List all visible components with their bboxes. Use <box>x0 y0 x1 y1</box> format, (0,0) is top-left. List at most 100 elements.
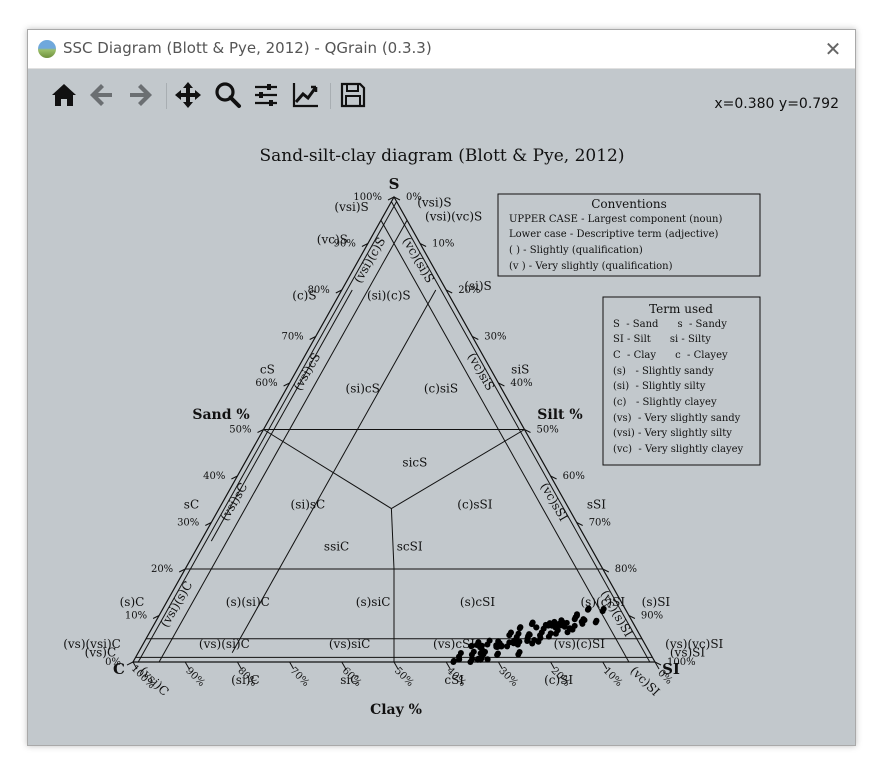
silt-tick-label: 50% <box>537 425 559 436</box>
sample-point <box>571 622 578 629</box>
conventions-box: Conventions UPPER CASE - Largest compone… <box>497 193 761 277</box>
axis-label-sand: Sand % <box>192 407 249 423</box>
outer-class-label: (vs)SI <box>670 645 706 659</box>
sand-tick-label: 20% <box>151 564 173 575</box>
sample-point <box>537 635 544 641</box>
ssc-triangle-plot[interactable]: Sand-silt-clay diagram (Blott & Pye, 201… <box>28 30 855 745</box>
center-divider-line <box>390 508 395 570</box>
outer-class-label: (vsi)S <box>334 200 368 214</box>
chart-title: Sand-silt-clay diagram (Blott & Pye, 201… <box>260 146 625 166</box>
sand-tick-label: 70% <box>281 332 303 343</box>
sample-point <box>563 619 570 626</box>
outer-class-label: siS <box>511 363 529 377</box>
outer-class-label: siC <box>340 673 359 687</box>
terms-line: (s) - Slightly sandy <box>613 366 714 377</box>
outer-class-label: (vsi)(vc)S <box>425 209 482 223</box>
center-divider-line <box>263 429 392 509</box>
sand-tick <box>126 661 134 666</box>
sample-point <box>450 659 457 665</box>
sample-point <box>531 637 538 643</box>
sample-point <box>552 630 559 637</box>
outer-class-label: (vsi)S <box>417 195 451 209</box>
sample-point <box>468 643 475 650</box>
clay-tick-label: 10% <box>601 665 625 689</box>
outer-class-label: cS <box>260 363 275 377</box>
terms-box: Term used S - Sand s - Sandy SI - Silt s… <box>602 296 761 466</box>
silt-tick-label: 30% <box>484 332 506 343</box>
conventions-line: UPPER CASE - Largest component (noun) <box>509 214 722 225</box>
region-class-label: (c)sSI <box>457 498 492 512</box>
sample-point <box>578 618 585 625</box>
strip-class-label: (vsi)(s)C <box>158 579 196 630</box>
sand-tick-label: 60% <box>255 378 277 389</box>
strip-class-label: (vsi)(c)S <box>351 235 388 286</box>
sample-point <box>498 642 505 649</box>
strip-class-label: (vs)(si)C <box>199 637 250 651</box>
region-class-label: (si)(c)S <box>367 288 411 302</box>
terms-line: (vs) - Very slightly sandy <box>613 413 741 424</box>
sample-point <box>554 621 561 628</box>
sample-point <box>486 637 493 644</box>
sample-point <box>484 656 491 663</box>
sample-point <box>467 659 474 665</box>
outer-class-label: (s)SI <box>642 595 671 609</box>
clay-tick-label: 30% <box>496 665 520 689</box>
silt-tick-label: 70% <box>589 518 611 529</box>
sand-tick-label: 50% <box>229 425 251 436</box>
sample-point <box>517 624 524 631</box>
sample-point <box>545 633 552 640</box>
region-class-label: (si)cS <box>346 381 380 395</box>
sample-point <box>592 619 599 626</box>
region-class-label: scSI <box>397 539 423 553</box>
clay-tick-label: 70% <box>288 665 312 689</box>
terms-line: SI - Silt si - Silty <box>613 334 711 345</box>
outer-class-label: (s)C <box>120 595 145 609</box>
terms-line: (si) - Slightly silty <box>613 381 706 392</box>
outer-class-label: sSI <box>587 498 606 512</box>
sample-point <box>495 650 501 657</box>
silt-tick-label: 40% <box>510 378 532 389</box>
outer-class-label: (vc)SI <box>627 664 662 699</box>
sample-point <box>538 629 545 636</box>
region-class-label: (s)cSI <box>460 595 495 609</box>
outer-class-label: (si)S <box>464 279 492 293</box>
vertex-label-sand: S <box>389 175 400 193</box>
sample-point <box>515 630 522 637</box>
terms-line: C - Clay c - Clayey <box>613 350 728 361</box>
region-class-label: (si)sC <box>291 498 326 512</box>
silt-tick-label: 60% <box>563 471 585 482</box>
terms-title: Term used <box>649 302 713 316</box>
region-class-label: sicS <box>402 456 427 470</box>
conventions-line: Lower case - Descriptive term (adjective… <box>509 229 719 240</box>
terms-line: (vsi) - Very slightly silty <box>613 428 732 439</box>
region-class-label: (s)(si)C <box>226 595 270 609</box>
outer-class-label: (c)S <box>292 288 316 302</box>
sample-point <box>510 640 517 647</box>
sample-point <box>457 650 464 656</box>
sample-point <box>516 649 523 655</box>
strip-class-label: (vs)siC <box>329 637 370 651</box>
sand-tick-label: 10% <box>125 611 147 622</box>
strip-class-label: (vs)cSI <box>433 637 475 651</box>
terms-line: (vc) - Very slightly clayey <box>613 444 744 455</box>
sample-point <box>477 656 484 663</box>
sand-tick-label: 30% <box>177 518 199 529</box>
silt-tick-label: 90% <box>641 611 663 622</box>
sample-point <box>585 605 592 612</box>
outer-class-label: (vs)C <box>85 645 116 659</box>
strip-class-label: (vs)(c)SI <box>554 637 606 651</box>
sample-point <box>574 611 580 618</box>
region-class-label: ssiC <box>324 539 349 553</box>
conventions-title: Conventions <box>591 197 667 211</box>
axis-label-silt: Silt % <box>537 407 582 423</box>
sample-point <box>545 622 552 629</box>
sample-point <box>533 624 540 631</box>
outer-class-label: (vc)S <box>317 233 348 247</box>
silt-tick-label: 10% <box>432 239 454 250</box>
outer-class-label: (c)SI <box>544 673 573 687</box>
clay-tick-label: 90% <box>183 665 207 689</box>
sample-point <box>564 629 571 636</box>
silt-tick-label: 80% <box>615 564 637 575</box>
conventions-line: (v ) - Very slightly (qualification) <box>509 261 673 272</box>
outer-class-label: sC <box>184 498 199 512</box>
